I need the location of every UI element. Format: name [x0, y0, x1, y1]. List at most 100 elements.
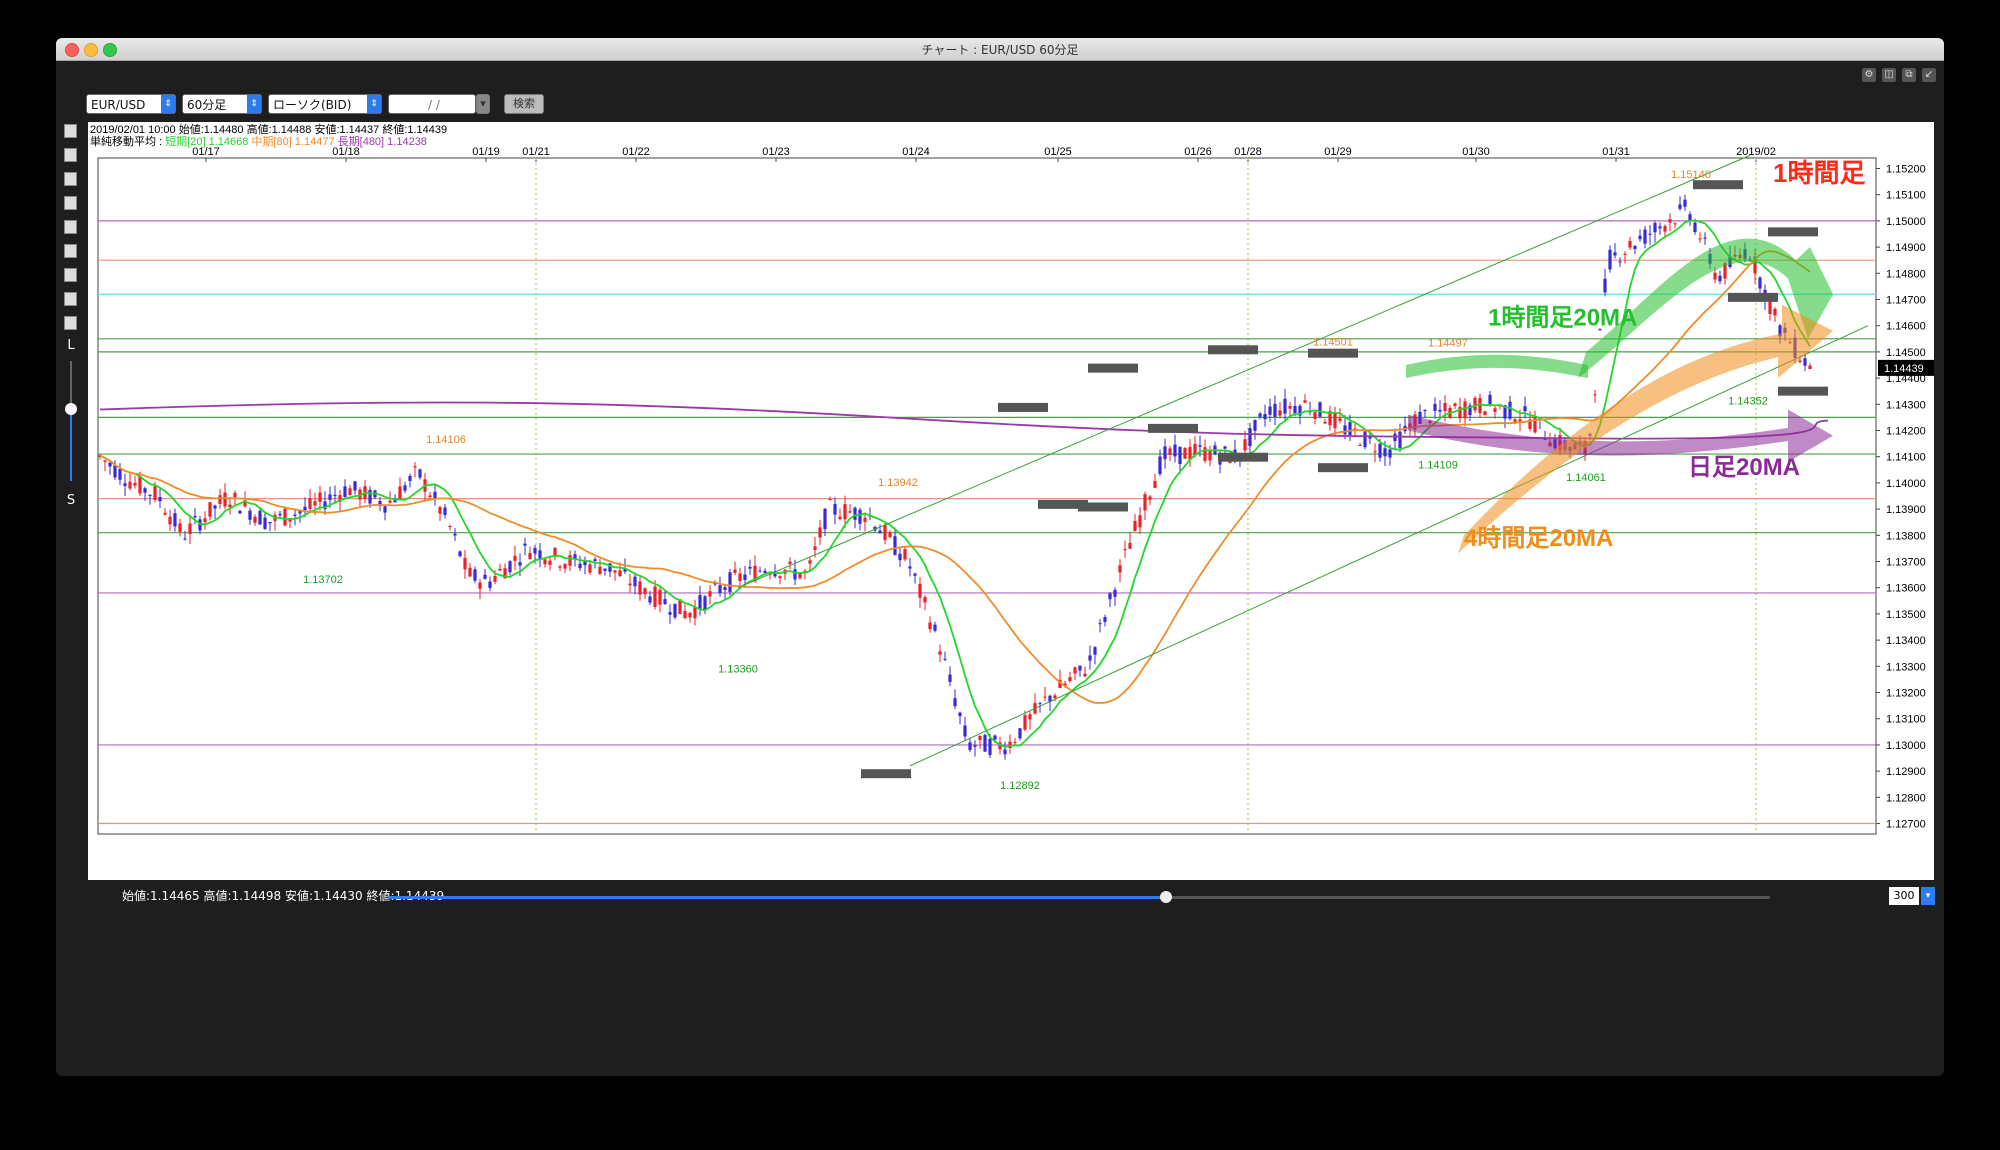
- chart-area[interactable]: 2019/02/01 10:00 始値:1.14480 高値:1.14488 安…: [88, 122, 1938, 880]
- y-tick-label: 1.13000: [1886, 740, 1926, 752]
- chevron-down-icon: ▾: [480, 97, 486, 110]
- zoom-input[interactable]: 300: [1889, 887, 1919, 905]
- candle: [1638, 235, 1642, 240]
- y-tick-label: 1.14500: [1886, 347, 1926, 359]
- candle: [793, 569, 797, 580]
- channel-icon[interactable]: [64, 172, 77, 186]
- candle: [728, 572, 732, 593]
- candle: [513, 555, 517, 561]
- price-label: 1.14501: [1313, 337, 1353, 349]
- date-input[interactable]: / /: [388, 94, 476, 114]
- candle: [1053, 695, 1057, 699]
- candle: [433, 491, 437, 499]
- candle: [1713, 272, 1717, 280]
- candle: [723, 587, 727, 591]
- level-marker: [1778, 386, 1828, 396]
- candle: [1143, 494, 1147, 511]
- symbol-value: EUR/USD: [91, 98, 146, 112]
- x-tick-label: 01/28: [1234, 146, 1262, 158]
- candle: [473, 569, 477, 581]
- candle: [993, 735, 997, 740]
- search-button[interactable]: 検索: [504, 94, 544, 114]
- candle: [1663, 226, 1667, 232]
- candle: [533, 547, 537, 554]
- drawing-toolbar: L S: [64, 124, 78, 508]
- level-marker: [1693, 180, 1743, 190]
- candle: [988, 738, 992, 755]
- grid-icon[interactable]: [64, 220, 77, 234]
- candle: [1173, 444, 1177, 457]
- candle: [818, 527, 822, 538]
- cursor-icon[interactable]: [64, 124, 77, 138]
- candle: [1113, 589, 1117, 597]
- symbol-select[interactable]: EUR/USD ⇕: [86, 94, 176, 114]
- scale-slider-knob[interactable]: [65, 403, 77, 415]
- candle: [913, 573, 917, 576]
- y-tick-label: 1.13200: [1886, 688, 1926, 700]
- candle: [933, 624, 937, 631]
- candle: [498, 568, 502, 571]
- candle: [743, 574, 747, 581]
- y-tick-label: 1.12700: [1886, 819, 1926, 831]
- rectangle-icon[interactable]: [64, 268, 77, 282]
- chart-type-select[interactable]: ローソク(BID) ⇕: [268, 94, 382, 114]
- candle: [1343, 425, 1347, 435]
- text-icon[interactable]: [64, 244, 77, 258]
- candle: [698, 595, 702, 609]
- candle: [103, 460, 107, 462]
- candle: [898, 553, 902, 561]
- x-tick-label: 01/17: [192, 146, 220, 158]
- x-tick-label: 01/22: [622, 146, 650, 158]
- candlestick-chart[interactable]: 2019/02/01 10:00 始値:1.14480 高値:1.14488 安…: [88, 122, 1938, 880]
- date-dropdown-button[interactable]: ▾: [476, 94, 490, 114]
- candle: [823, 508, 827, 530]
- candle: [163, 512, 167, 515]
- trendline-icon[interactable]: [64, 148, 77, 162]
- candle: [488, 581, 492, 588]
- candle: [968, 742, 972, 751]
- candle: [653, 586, 657, 608]
- candle: [408, 475, 412, 481]
- popout-icon[interactable]: ⧉: [1902, 68, 1916, 82]
- screenshot-icon[interactable]: ◫: [1882, 68, 1896, 82]
- candle: [413, 466, 417, 468]
- candle: [1318, 402, 1322, 417]
- scale-short-label: S: [66, 493, 76, 508]
- save-icon[interactable]: [64, 316, 77, 330]
- y-tick-label: 1.13100: [1886, 714, 1926, 726]
- level-marker: [1308, 348, 1358, 358]
- candle: [118, 468, 122, 480]
- candle: [343, 486, 347, 497]
- candle: [843, 504, 847, 520]
- camera-icon[interactable]: [64, 292, 77, 306]
- candle: [1773, 308, 1777, 316]
- history-slider-knob[interactable]: [1160, 891, 1173, 903]
- candle: [808, 560, 812, 564]
- y-tick-label: 1.14600: [1886, 321, 1926, 333]
- candle: [663, 599, 667, 605]
- y-tick-label: 1.13300: [1886, 661, 1926, 673]
- gear-icon[interactable]: ⚙: [1862, 68, 1876, 82]
- collapse-icon[interactable]: ↙: [1922, 68, 1936, 82]
- candle: [1278, 410, 1282, 416]
- x-tick-label: 01/26: [1184, 146, 1212, 158]
- history-slider[interactable]: [388, 891, 1770, 903]
- candle: [953, 698, 957, 707]
- price-label: 1.12892: [1000, 780, 1040, 792]
- candle: [458, 551, 462, 557]
- x-tick-label: 01/30: [1462, 146, 1490, 158]
- candle: [218, 495, 222, 504]
- candle: [718, 585, 722, 594]
- zoom-dropdown-button[interactable]: ▾: [1921, 887, 1935, 905]
- candle: [1623, 253, 1627, 255]
- current-price-label: 1.14439: [1884, 363, 1924, 375]
- candle: [983, 734, 987, 752]
- timeframe-select[interactable]: 60分足 ⇕: [182, 94, 262, 114]
- annotation-daily-20ma: 日足20MA: [1688, 454, 1800, 481]
- candle: [908, 566, 912, 569]
- x-tick-label: 01/24: [902, 146, 930, 158]
- y-tick-label: 1.14300: [1886, 399, 1926, 411]
- fibonacci-icon[interactable]: [64, 196, 77, 210]
- scale-slider[interactable]: [64, 353, 78, 493]
- candle: [1038, 702, 1042, 704]
